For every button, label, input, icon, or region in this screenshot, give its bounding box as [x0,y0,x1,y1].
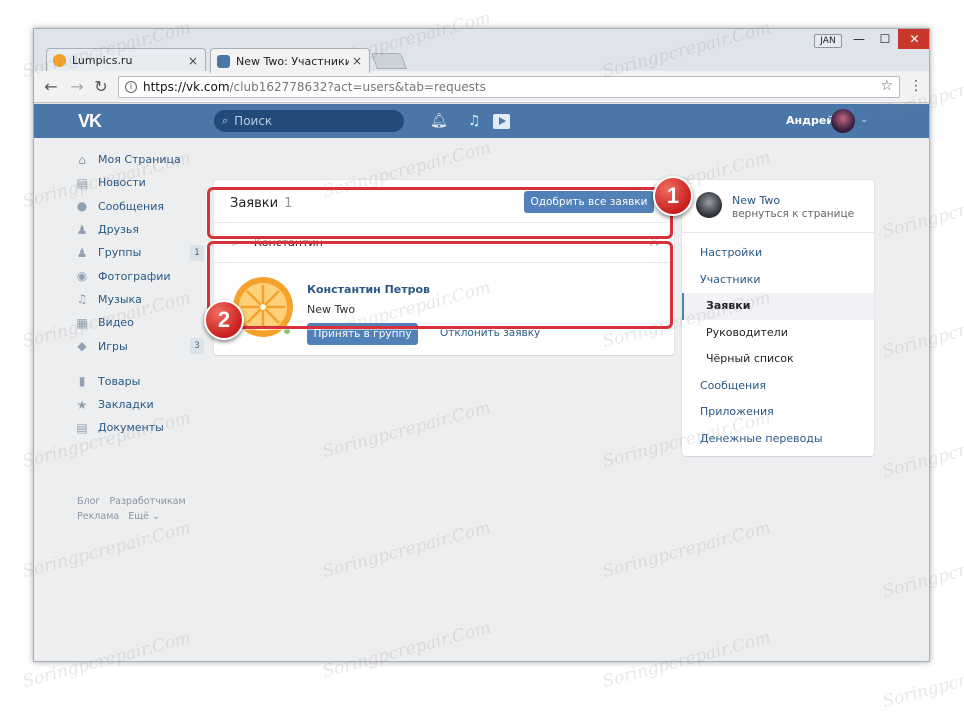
music-note-icon[interactable]: ♫ [468,113,481,129]
document-icon: ▤ [76,420,88,435]
group-avatar[interactable] [696,192,722,218]
reload-icon[interactable]: ↻ [92,77,110,96]
tab-lumpics[interactable]: Lumpics.ru × [46,48,206,72]
close-window-icon[interactable]: ✕ [898,29,929,49]
search-highlight [207,187,673,239]
vk-favicon-icon [217,54,230,68]
vk-logo[interactable]: VK [78,111,102,132]
nav-item-label: Закладки [98,398,154,412]
music-icon: ♫ [76,292,88,307]
menu-item[interactable]: Заявки [682,293,874,320]
close-tab-icon[interactable]: × [349,54,365,68]
menu-item[interactable]: Чёрный список [682,346,874,373]
left-nav: ⌂ Моя Страница ▤ Новости ● Сообщения ♟ Друзья ♟ Г… [74,148,204,440]
callout-badge-1: 1 [653,176,693,216]
nav-item-friends[interactable]: ♟ Друзья [74,218,202,241]
vk-header: VK ⌕ Поиск 🔔︎ ♫ Андрей ⌄ [34,104,929,138]
divider [682,232,874,233]
nav-item-label: Фотографии [98,269,171,283]
home-icon: ⌂ [78,152,86,167]
window-controls: — ☐ ✕ [846,29,929,49]
star-icon: ★ [76,397,88,412]
footer-link-more[interactable]: Ещё ⌄ [128,511,160,522]
menu-item[interactable]: Руководители [682,320,874,347]
bag-icon: ▮ [78,374,86,389]
bookmark-star-icon[interactable]: ☆ [880,78,893,94]
nav-item-label: Товары [98,374,141,388]
group-management-menu: New Two вернуться к странице Настройки Уч… [682,180,874,456]
nav-count-badge: 3 [190,338,204,355]
menu-item[interactable]: Сообщения [682,373,874,400]
nav-item-label: Группы [98,246,142,260]
tab-vk-members[interactable]: New Two: Участники × [210,48,370,73]
url-path: /club162778632?act=users&tab=requests [229,80,486,94]
search-icon: ⌕ [222,114,229,127]
back-arrow-icon[interactable]: ← [42,77,60,96]
nav-item-star[interactable]: ★ Закладки [74,393,202,416]
nav-item-label: Друзья [98,223,140,237]
forward-arrow-icon[interactable]: → [68,77,86,96]
address-bar[interactable]: i https://vk.com/club162778632?act=users… [118,76,900,98]
games-icon: ◆ [77,339,87,354]
callout-badge-2: 2 [204,300,244,340]
back-to-page-link[interactable]: вернуться к странице [732,208,854,220]
tab-strip: Lumpics.ru × New Two: Участники × JAN — … [34,29,929,73]
nav-item-label: Моя Страница [98,153,181,167]
nav-count-badge: 1 [190,245,204,262]
tab-title: New Two: Участники [236,54,349,68]
groups-icon: ♟ [76,245,88,260]
header-user-name[interactable]: Андрей [786,114,834,127]
footer-link-dev[interactable]: Разработчикам [109,496,185,507]
nav-item-label: Документы [98,421,164,435]
nav-item-news[interactable]: ▤ Новости [74,171,202,194]
menu-item[interactable]: Приложения [682,399,874,426]
nav-item-document[interactable]: ▤ Документы [74,416,202,439]
menu-item[interactable]: Участники [682,267,874,294]
news-icon: ▤ [76,175,88,190]
nav-item-label: Игры [98,339,128,353]
close-tab-icon[interactable]: × [185,54,201,68]
nav-item-home[interactable]: ⌂ Моя Страница [74,148,202,171]
vk-search-input[interactable]: ⌕ Поиск [214,110,404,132]
orange-favicon-icon [53,54,66,67]
nav-item-label: Видео [98,316,134,330]
header-avatar[interactable] [831,109,855,133]
nav-item-label: Сообщения [98,199,165,213]
browser-menu-icon[interactable]: ⋮ [909,78,923,94]
play-icon[interactable] [493,114,510,129]
video-icon: ▦ [76,315,88,330]
bell-icon[interactable]: 🔔︎ [430,113,448,129]
minimize-icon[interactable]: — [846,29,872,49]
new-tab-button[interactable] [371,53,407,69]
menu-item[interactable]: Настройки [682,240,874,267]
search-placeholder: Поиск [234,114,273,128]
nav-item-video[interactable]: ▦ Видео [74,311,202,334]
nav-item-label: Музыка [98,292,142,306]
nav-item-games[interactable]: ◆ Игры 3 [74,334,204,357]
messages-icon: ● [76,199,88,214]
footer-links: Блог Разработчикам Реклама Ещё ⌄ [77,494,192,524]
profile-badge[interactable]: JAN [814,34,842,48]
nav-item-label: Новости [98,176,146,190]
address-toolbar: ← → ↻ i https://vk.com/club162778632?act… [34,71,929,103]
nav-item-music[interactable]: ♫ Музыка [74,288,202,311]
tab-title: Lumpics.ru [72,54,133,67]
nav-item-bag[interactable]: ▮ Товары [74,370,202,393]
friends-icon: ♟ [76,222,88,237]
nav-item-messages[interactable]: ● Сообщения [74,195,202,218]
maximize-icon[interactable]: ☐ [872,29,898,49]
info-icon[interactable]: i [125,81,137,93]
camera-icon: ◉ [76,269,88,284]
menu-item[interactable]: Денежные переводы [682,426,874,453]
browser-window: Lumpics.ru × New Two: Участники × JAN — … [33,28,930,662]
request-highlight [207,241,673,329]
nav-item-groups[interactable]: ♟ Группы 1 [74,241,204,264]
footer-link-ads[interactable]: Реклама [77,511,119,522]
url-host: https://vk.com [143,80,230,94]
nav-item-camera[interactable]: ◉ Фотографии [74,264,202,287]
chevron-down-icon[interactable]: ⌄ [860,114,868,125]
footer-link-blog[interactable]: Блог [77,496,100,507]
group-name[interactable]: New Two [732,194,780,207]
